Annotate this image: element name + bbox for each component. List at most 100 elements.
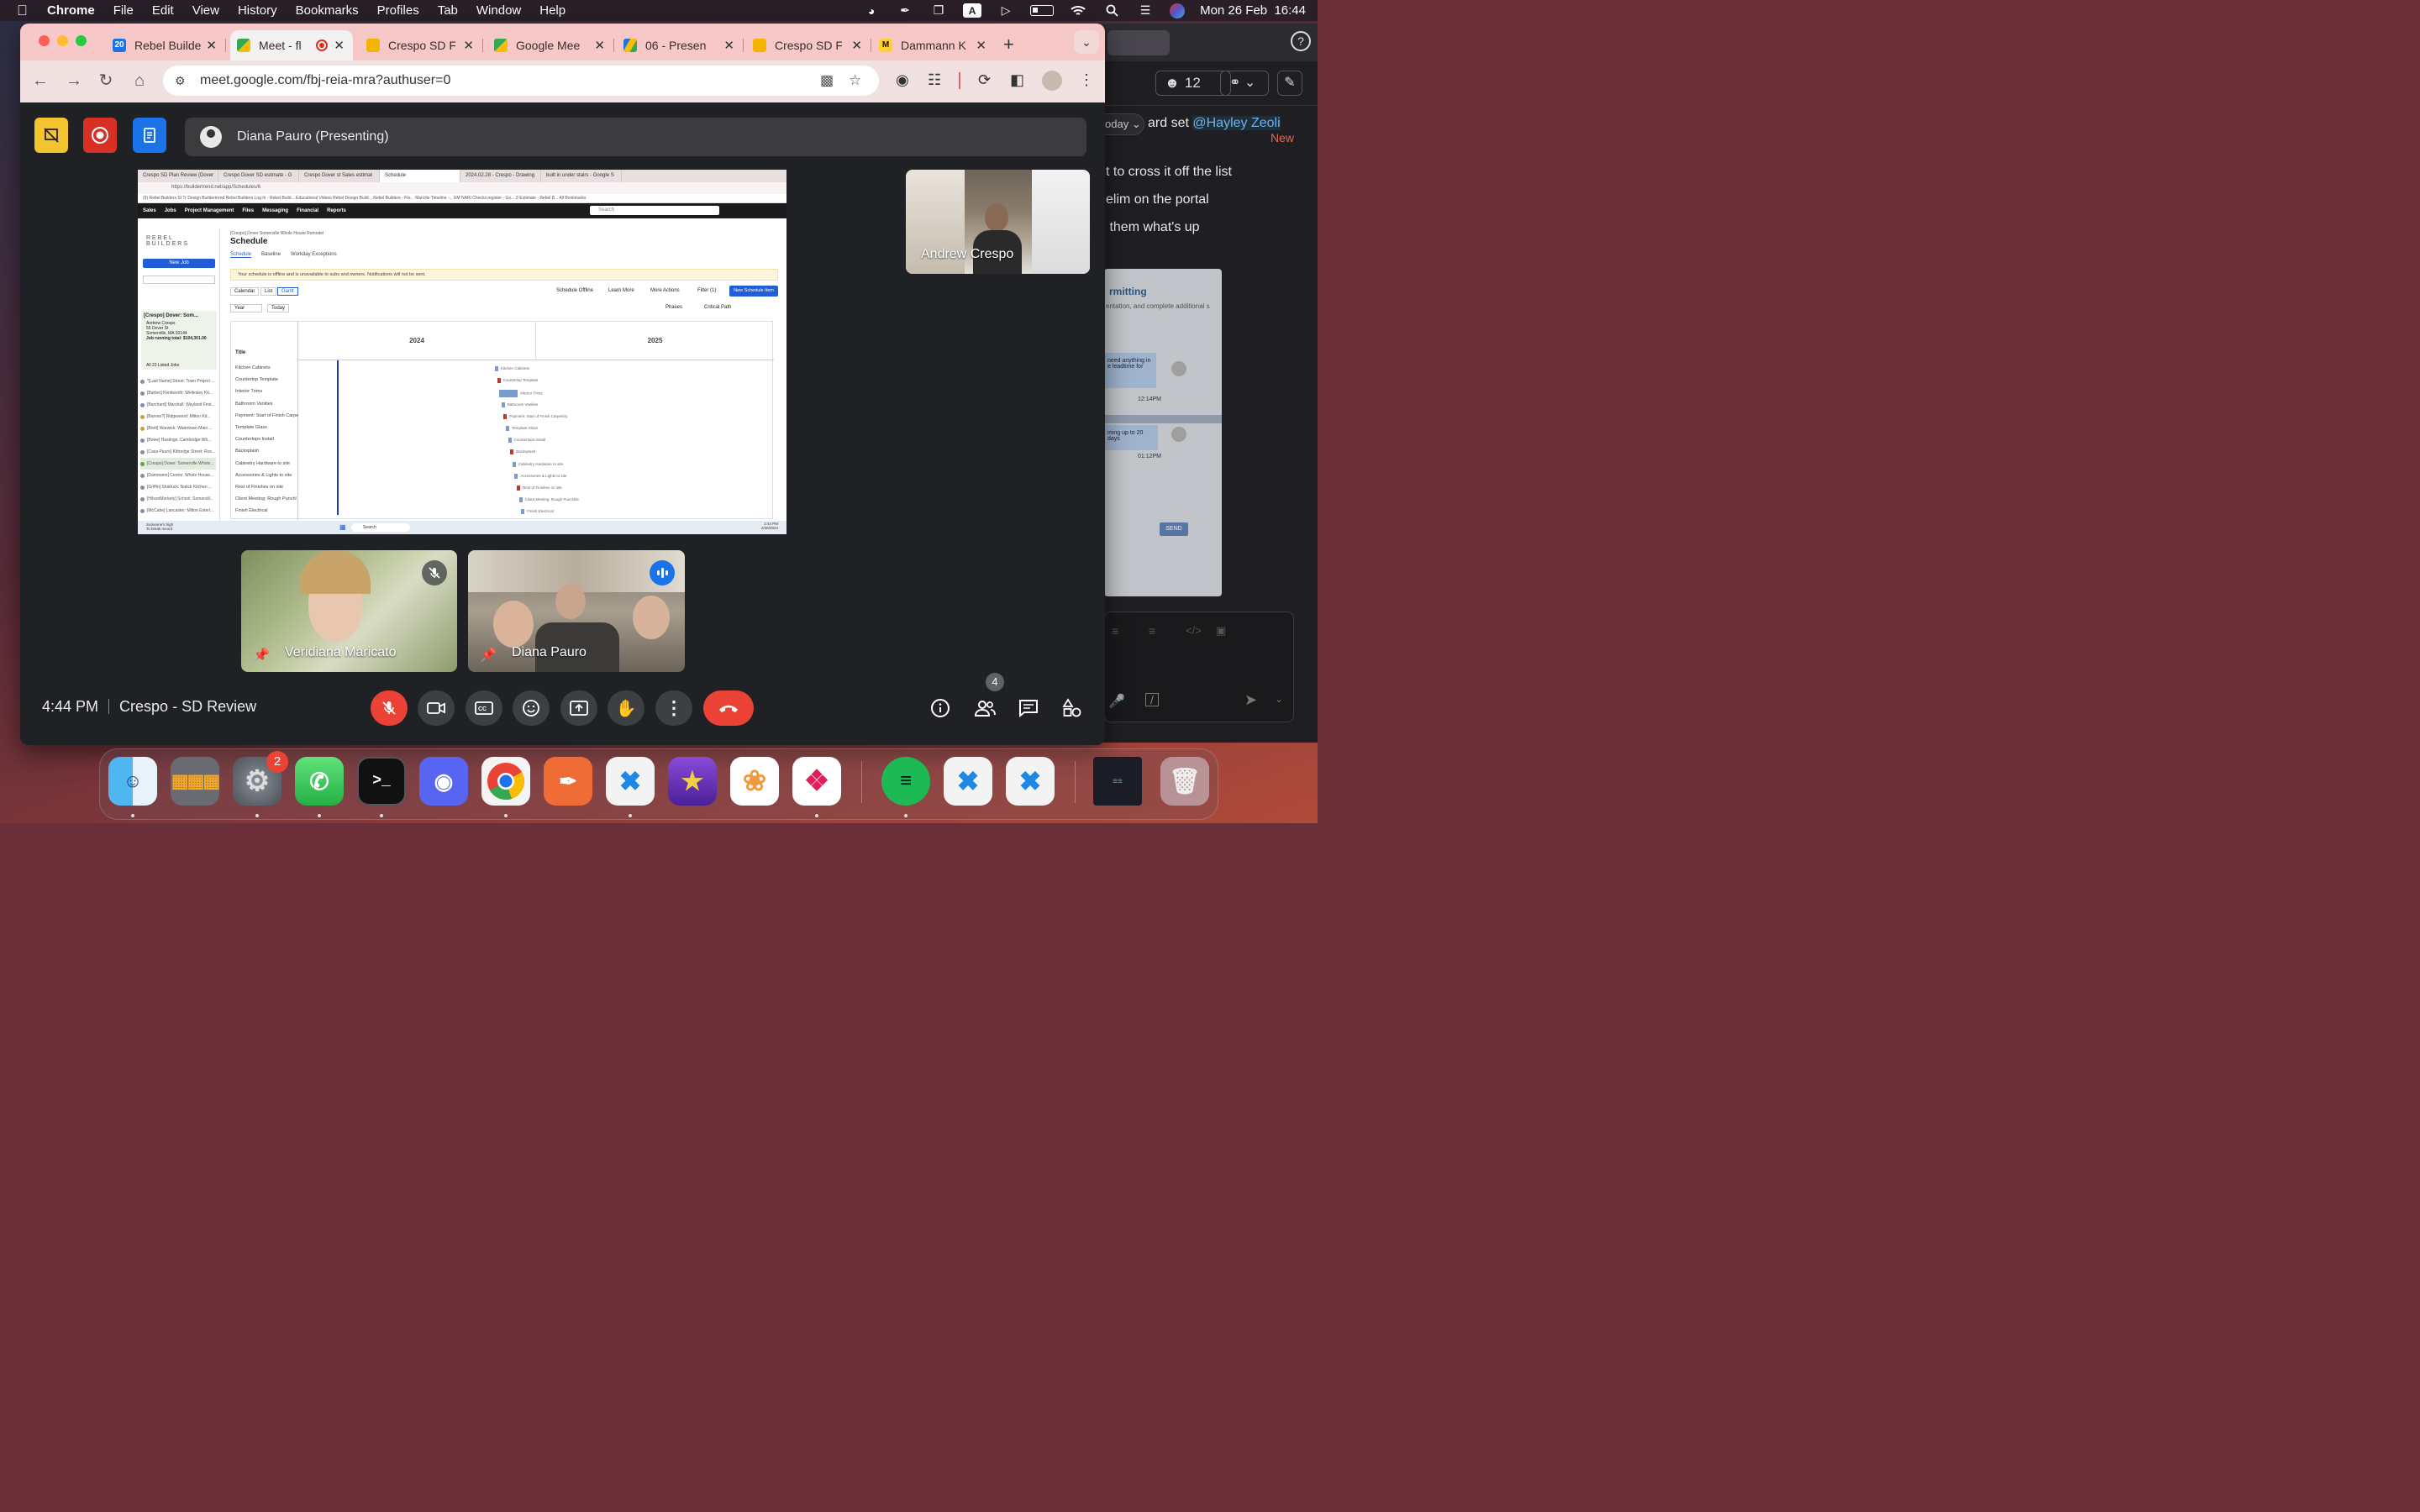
huddle-button[interactable]: ⚭ ⌄ (1220, 71, 1269, 96)
siri-icon[interactable] (1170, 3, 1186, 18)
screens-icon[interactable]: ❐ (929, 3, 948, 18)
dock-slack-icon[interactable]: ❖ (792, 757, 841, 806)
minimize-window-button[interactable] (57, 35, 68, 46)
password-manager-icon[interactable]: ◉ (896, 71, 909, 89)
menu-bookmarks[interactable]: Bookmarks (296, 3, 359, 18)
menu-help[interactable]: Help (539, 3, 566, 18)
microphone-icon[interactable]: 🎤 (1108, 693, 1125, 710)
code-block-icon[interactable]: ▣ (1216, 624, 1226, 638)
recording-button[interactable] (83, 118, 117, 153)
dock-chrome-icon[interactable] (481, 757, 530, 806)
presentation-layout-button[interactable] (34, 118, 68, 153)
tab-meet[interactable]: Meet - fl ✕ (230, 30, 353, 60)
message-composer[interactable]: ≡ ≡ </> ▣ 🎤 / ➤ ⌄ (1104, 612, 1294, 722)
dock-vscode-icon[interactable]: ✖ (944, 757, 992, 806)
canvas-icon[interactable]: ✎ (1277, 71, 1302, 96)
close-tab-icon[interactable]: ✕ (594, 38, 605, 53)
dock-trash-icon[interactable]: 🗑 (1160, 757, 1209, 806)
dock-terminal-icon[interactable]: >_ (357, 757, 406, 806)
dock-whatsapp-icon[interactable]: ✆ (295, 757, 344, 806)
home-icon[interactable]: ⌂ (129, 71, 150, 91)
close-tab-icon[interactable]: ✕ (976, 38, 986, 53)
bookmark-star-icon[interactable]: ☆ (849, 72, 861, 89)
dock-finder-icon[interactable]: ☺ (108, 757, 157, 806)
spotlight-search-icon[interactable] (1102, 4, 1121, 18)
slack-search[interactable] (1107, 30, 1170, 55)
wifi-icon[interactable] (1069, 4, 1087, 18)
dock-minimized-window[interactable]: ≡≡ (1093, 757, 1142, 806)
help-icon[interactable]: ? (1291, 31, 1311, 51)
more-options-button[interactable]: ⋮ (655, 690, 692, 726)
dock-spotify-icon[interactable]: ≡ (881, 757, 930, 806)
close-tab-icon[interactable]: ✕ (851, 38, 862, 53)
close-tab-icon[interactable]: ✕ (463, 38, 474, 53)
toggle-mic-button[interactable] (371, 690, 408, 726)
site-info-icon[interactable]: ⚙ (175, 74, 188, 88)
menu-view[interactable]: View (192, 3, 219, 18)
tab-google-meet[interactable]: Google Mee ✕ (487, 30, 614, 60)
dock-launchpad-icon[interactable]: ▦▦▦ (171, 757, 220, 806)
battery-icon[interactable] (1030, 5, 1055, 16)
forward-icon[interactable]: → (64, 71, 84, 91)
profile-avatar[interactable] (1042, 71, 1062, 91)
numbered-list-icon[interactable]: ≡ (1149, 624, 1155, 638)
send-icon[interactable]: ➤ (1244, 691, 1257, 709)
menu-file[interactable]: File (113, 3, 134, 18)
participant-tile-diana[interactable]: 📌 Diana Pauro (468, 550, 685, 672)
dock-postman-icon[interactable]: ✒ (544, 757, 592, 806)
chevron-down-icon[interactable]: ⌄ (1275, 693, 1283, 705)
transcript-button[interactable] (133, 118, 166, 153)
close-window-button[interactable] (39, 35, 50, 46)
menu-profiles[interactable]: Profiles (377, 3, 419, 18)
extension-icon[interactable]: ⟳ (978, 71, 991, 89)
extensions-icon[interactable]: ☷ (928, 71, 941, 89)
slash-command-icon[interactable]: / (1145, 693, 1159, 706)
dock-vscode-icon[interactable]: ✖ (606, 757, 655, 806)
address-bar[interactable]: ⚙ meet.google.com/fbj-reia-mra?authuser=… (163, 66, 879, 96)
creative-cloud-icon[interactable]: ◕ (862, 4, 881, 18)
captions-button[interactable]: CC (466, 690, 502, 726)
close-tab-icon[interactable]: ✕ (723, 38, 734, 53)
people-button[interactable] (971, 694, 999, 722)
dock-photos-icon[interactable]: ❀ (730, 757, 779, 806)
meeting-details-button[interactable] (926, 694, 955, 722)
dock-discord-icon[interactable]: ◉ (419, 757, 468, 806)
apple-icon[interactable]:  (17, 3, 35, 19)
shared-screen[interactable]: Crespo SD Plan Review (Dover Crespo Dove… (138, 170, 786, 534)
menu-window[interactable]: Window (476, 3, 521, 18)
kebab-menu-icon[interactable]: ⋮ (1079, 71, 1094, 89)
mention-link[interactable]: @Hayley Zeoli (1192, 116, 1281, 130)
bullet-list-icon[interactable]: ≡ (1112, 624, 1118, 638)
tab-crespo-sd-2[interactable]: Crespo SD F ✕ (746, 30, 871, 60)
pin-icon[interactable]: 📌 (480, 647, 497, 664)
activities-button[interactable] (1058, 694, 1086, 722)
back-icon[interactable]: ← (30, 71, 50, 91)
toggle-camera-button[interactable] (418, 690, 455, 726)
pin-icon[interactable]: 📌 (253, 647, 270, 664)
tab-dammann[interactable]: M Dammann K ✕ (872, 30, 995, 60)
menu-edit[interactable]: Edit (152, 3, 174, 18)
camera-icon[interactable]: ▩ (820, 72, 834, 89)
raise-hand-button[interactable]: ✋ (608, 690, 644, 726)
tab-search-button[interactable]: ⌄ (1074, 30, 1099, 54)
input-source-icon[interactable]: A (963, 3, 982, 18)
dock-vscode-icon[interactable]: ✖ (1006, 757, 1055, 806)
reload-icon[interactable]: ↻ (96, 71, 116, 91)
new-tab-button[interactable]: + (1003, 34, 1014, 55)
code-icon[interactable]: </> (1186, 624, 1202, 637)
pen-icon[interactable]: ✒ (896, 3, 914, 18)
message-attachment-image[interactable]: rmitting entation, and complete addition… (1104, 269, 1222, 596)
tab-rebel-builders[interactable]: 20 Rebel Builde ✕ (106, 30, 226, 60)
reactions-button[interactable] (513, 690, 550, 726)
participant-tile-andrew[interactable]: Andrew Crespo (906, 170, 1090, 274)
menubar-clock[interactable]: Mon 26 Feb 16:44 (1200, 3, 1306, 18)
menu-tab[interactable]: Tab (438, 3, 458, 18)
close-tab-icon[interactable]: ✕ (334, 38, 345, 53)
tab-06-presentation[interactable]: 06 - Presen ✕ (617, 30, 744, 60)
leave-call-button[interactable] (703, 690, 754, 726)
dock-imovie-icon[interactable]: ★ (668, 757, 717, 806)
play-icon[interactable]: ▷ (997, 3, 1015, 18)
side-panel-icon[interactable]: ◧ (1010, 71, 1024, 89)
chat-button[interactable] (1014, 694, 1043, 722)
present-screen-button[interactable] (560, 690, 597, 726)
